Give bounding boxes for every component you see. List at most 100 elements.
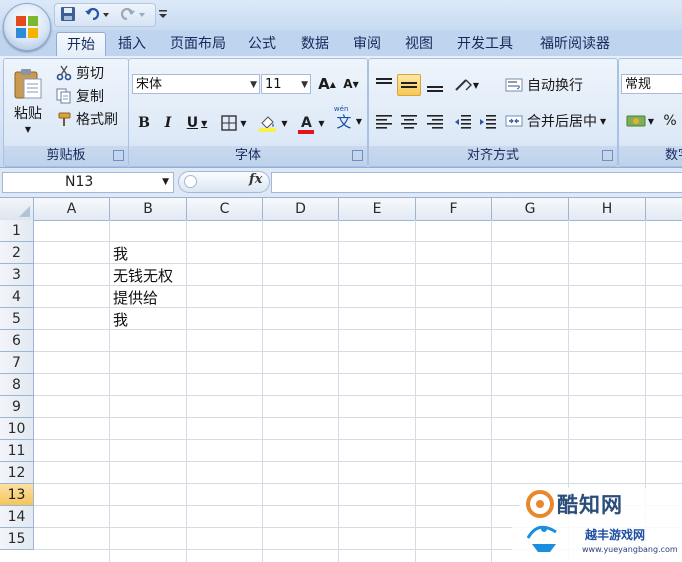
dialog-launcher-icon[interactable] [602,150,613,161]
formula-tools: fx [178,171,270,193]
align-center-button[interactable] [397,110,421,132]
alignment-group: ▼ 自动换行 合并后居中 ▼ 对齐方式 [368,58,618,167]
cell-b4[interactable]: 提供给 [113,287,158,309]
align-middle-icon [401,82,417,88]
column-header-h[interactable]: H [569,198,646,220]
row-header-7[interactable]: 7 [0,352,34,374]
row-header-5[interactable]: 5 [0,308,34,330]
redo-button[interactable] [116,5,148,23]
row-header-2[interactable]: 2 [0,242,34,264]
tab-5[interactable]: 审阅 [344,32,390,56]
column-gridline [262,220,263,562]
row-header-14[interactable]: 14 [0,506,34,528]
cut-button[interactable]: 剪切 [56,62,126,84]
decrease-indent-button[interactable] [451,110,475,132]
row-header-8[interactable]: 8 [0,374,34,396]
select-all-button[interactable] [0,198,34,220]
format-painter-button[interactable]: 格式刷 [56,108,126,130]
font-group: 宋体 ▼ 11 ▼ A ▲ A ▼ B I U ▼ ▼ ▼ A ▼ wén 文 … [128,58,368,167]
row-header-15[interactable]: 15 [0,528,34,550]
align-right-button[interactable] [423,110,447,132]
bold-button[interactable]: B [133,112,155,134]
align-top-button[interactable] [372,74,396,96]
align-top-icon [376,78,392,84]
tab-2[interactable]: 页面布局 [162,32,234,56]
row-header-9[interactable]: 9 [0,396,34,418]
font-color-button[interactable]: A ▼ [293,112,329,134]
copy-button[interactable]: 复制 [56,85,126,107]
align-left-button[interactable] [372,110,396,132]
grow-font-button[interactable]: A ▲ [315,73,339,95]
fill-color-button[interactable]: ▼ [255,112,291,134]
row-header-6[interactable]: 6 [0,330,34,352]
cell-b5[interactable]: 我 [113,309,128,331]
column-header-c[interactable]: C [187,198,263,220]
paste-button[interactable]: 粘贴 ▼ [8,62,48,138]
row-gridline [34,263,682,264]
clipboard-group: 粘贴 ▼ 剪切 复制 格式刷 剪贴板 [3,58,129,167]
fx-icon: fx [249,172,263,187]
watermark-url: www.yueyangbang.com [582,545,678,554]
column-header-g[interactable]: G [492,198,569,220]
column-header-e[interactable]: E [339,198,416,220]
row-header-1[interactable]: 1 [0,220,34,242]
insert-function-button[interactable]: fx [249,172,262,187]
row-gridline [34,395,682,396]
customize-qat-button[interactable] [156,5,170,23]
phonetic-button[interactable]: wén 文 ▼ [331,105,365,132]
row-gridline [34,439,682,440]
accounting-format-button[interactable]: ▼ [622,110,658,132]
dialog-launcher-icon[interactable] [352,150,363,161]
borders-button[interactable]: ▼ [217,112,251,134]
row-header-10[interactable]: 10 [0,418,34,440]
save-icon [61,7,75,21]
number-format-select[interactable]: 常规 [621,74,682,94]
increase-indent-button[interactable] [476,110,500,132]
office-button[interactable] [3,3,51,51]
shrink-font-button[interactable]: A ▼ [340,73,362,95]
row-header-3[interactable]: 3 [0,264,34,286]
italic-button[interactable]: I [157,112,179,134]
tab-8[interactable]: 福昕阅读器 [528,32,622,56]
chevron-down-icon: ▼ [24,124,32,134]
shrink-font-icon: A [343,77,353,91]
font-name-select[interactable]: 宋体 ▼ [132,74,260,94]
wrap-text-button[interactable]: 自动换行 [505,74,613,96]
row-header-13[interactable]: 13 [0,484,34,506]
tab-1[interactable]: 插入 [109,32,155,56]
tab-6[interactable]: 视图 [396,32,442,56]
cell-b2[interactable]: 我 [113,243,128,265]
font-size-select[interactable]: 11 ▼ [261,74,311,94]
align-bottom-button[interactable] [423,74,447,96]
tab-0[interactable]: 开始 [56,32,106,57]
row-header-11[interactable]: 11 [0,440,34,462]
ribbon: 粘贴 ▼ 剪切 复制 格式刷 剪贴板 宋体 ▼ 11 ▼ A ▲ A ▼ B I… [0,56,682,168]
column-header-a[interactable]: A [34,198,110,220]
watermark-sub: 越丰游戏网 [585,528,646,542]
column-header-d[interactable]: D [263,198,339,220]
dialog-launcher-icon[interactable] [113,150,124,161]
merge-center-button[interactable]: 合并后居中 ▼ [505,110,613,132]
number-group: 常规 ▼ % 数字 [618,58,682,167]
tab-7[interactable]: 开发工具 [448,32,522,56]
underline-button[interactable]: U ▼ [181,112,213,134]
row-gridline [34,351,682,352]
name-box[interactable]: N13 ▼ [2,172,174,193]
tab-3[interactable]: 公式 [240,32,284,56]
column-header-f[interactable]: F [416,198,492,220]
cell-b3[interactable]: 无钱无权 [113,265,173,287]
row-header-4[interactable]: 4 [0,286,34,308]
chevron-down-icon: ▼ [472,80,480,90]
italic-icon: I [164,115,172,131]
orientation-button[interactable]: ▼ [449,74,483,96]
formula-input[interactable] [271,172,682,193]
alignment-group-label: 对齐方式 [369,146,617,166]
tab-4[interactable]: 数据 [292,32,338,56]
column-header-b[interactable]: B [110,198,187,220]
align-middle-button[interactable] [397,74,421,96]
undo-button[interactable] [82,5,112,23]
row-header-12[interactable]: 12 [0,462,34,484]
row-gridline [34,461,682,462]
save-button[interactable] [59,5,77,23]
percent-button[interactable]: % [659,110,681,132]
